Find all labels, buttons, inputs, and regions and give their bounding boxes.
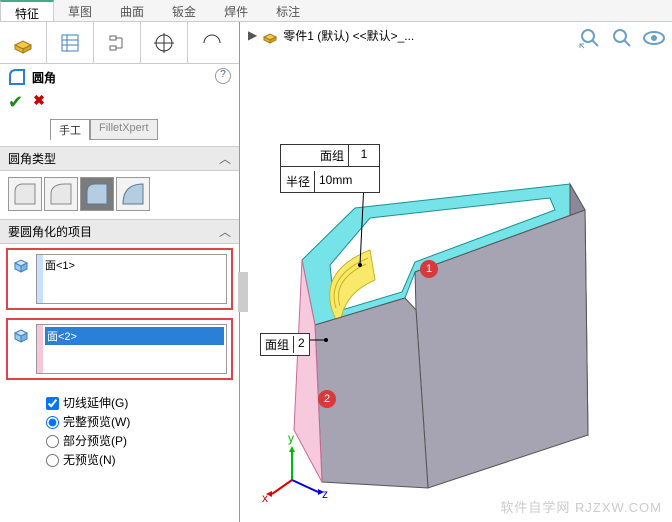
view-settings-icon[interactable] <box>642 26 666 50</box>
face-set-2-list[interactable]: 面<2> <box>36 324 227 374</box>
marker-2: 2 <box>318 390 336 408</box>
breadcrumb-arrow-icon[interactable]: ▶ <box>248 28 257 42</box>
opt-full-preview[interactable]: 完整预览(W) <box>46 413 227 430</box>
tab-sketch[interactable]: 草图 <box>54 0 106 21</box>
opt-tangent[interactable]: 切线延伸(G) <box>46 394 227 411</box>
feature-manager-tab[interactable] <box>0 22 47 63</box>
dimxpert-manager-tab[interactable] <box>141 22 188 63</box>
face-set-2-group: 面<2> <box>6 318 233 380</box>
fillet-icon <box>8 68 26 86</box>
chevron-up-icon: ︿ <box>219 223 231 240</box>
marker-1: 1 <box>420 260 438 278</box>
configuration-manager-tab[interactable] <box>94 22 141 63</box>
mode-filletxpert[interactable]: FilletXpert <box>90 119 158 140</box>
svg-text:x: x <box>262 491 268 505</box>
help-icon[interactable]: ? <box>215 68 231 84</box>
feature-title: 圆角 <box>32 69 56 86</box>
full-preview-radio[interactable] <box>46 416 59 429</box>
command-tabs[interactable]: 特征 草图 曲面 钣金 焊件 标注 <box>0 0 672 22</box>
callout-group2[interactable]: 面组 2 <box>260 333 310 356</box>
no-preview-radio[interactable] <box>46 454 59 467</box>
display-manager-tab[interactable] <box>188 22 235 63</box>
face-set-icon <box>12 326 30 344</box>
svg-text:y: y <box>288 431 294 445</box>
tab-sheetmetal[interactable]: 钣金 <box>158 0 210 21</box>
tangent-checkbox[interactable] <box>46 397 59 410</box>
part-icon <box>261 26 279 44</box>
face-set-1-group: 面<1> <box>6 248 233 310</box>
chevron-up-icon: ︿ <box>219 150 231 167</box>
property-manager: 圆角 ? ✔ ✖ 手工 FilletXpert 圆角类型 ︿ 要圆角化的项目 ︿ <box>0 22 240 522</box>
face-set-icon <box>12 256 30 274</box>
graphics-viewport[interactable]: ▶ 零件1 (默认) <<默认>_... <box>240 22 672 522</box>
zoom-area-icon[interactable] <box>610 26 634 50</box>
property-manager-tab[interactable] <box>47 22 94 63</box>
feature-title-row: 圆角 ? <box>0 64 239 90</box>
ok-button[interactable]: ✔ <box>8 92 23 113</box>
watermark: 软件自学网 RJZXW.COM <box>500 497 662 516</box>
tab-features[interactable]: 特征 <box>0 0 54 21</box>
breadcrumb[interactable]: ▶ 零件1 (默认) <<默认>_... <box>248 26 414 44</box>
fillet-type-variable[interactable] <box>44 177 78 211</box>
model-view[interactable]: y z x <box>240 50 672 520</box>
zoom-fit-icon[interactable] <box>578 26 602 50</box>
breadcrumb-part[interactable]: 零件1 (默认) <<默认>_... <box>283 27 414 44</box>
fillet-type-face[interactable] <box>80 177 114 211</box>
view-tools <box>578 26 666 50</box>
section-fillet-type[interactable]: 圆角类型 ︿ <box>0 146 239 171</box>
cancel-button[interactable]: ✖ <box>33 92 45 113</box>
opt-no-preview[interactable]: 无预览(N) <box>46 451 227 468</box>
tab-annotate[interactable]: 标注 <box>262 0 314 21</box>
section-items[interactable]: 要圆角化的项目 ︿ <box>0 219 239 244</box>
opt-partial-preview[interactable]: 部分预览(P) <box>46 432 227 449</box>
fillet-type-constant[interactable] <box>8 177 42 211</box>
mode-manual[interactable]: 手工 <box>50 119 90 140</box>
tab-surface[interactable]: 曲面 <box>106 0 158 21</box>
mode-tabs[interactable]: 手工 FilletXpert <box>50 119 239 140</box>
face-set-1-list[interactable]: 面<1> <box>36 254 227 304</box>
tab-weldments[interactable]: 焊件 <box>210 0 262 21</box>
manager-tabs[interactable] <box>0 22 239 64</box>
callout-group1[interactable]: 面组 1 半径 10mm <box>280 144 380 193</box>
svg-text:z: z <box>322 487 328 501</box>
fillet-type-full[interactable] <box>116 177 150 211</box>
fillet-options: 切线延伸(G) 完整预览(W) 部分预览(P) 无预览(N) <box>6 388 233 474</box>
partial-preview-radio[interactable] <box>46 435 59 448</box>
